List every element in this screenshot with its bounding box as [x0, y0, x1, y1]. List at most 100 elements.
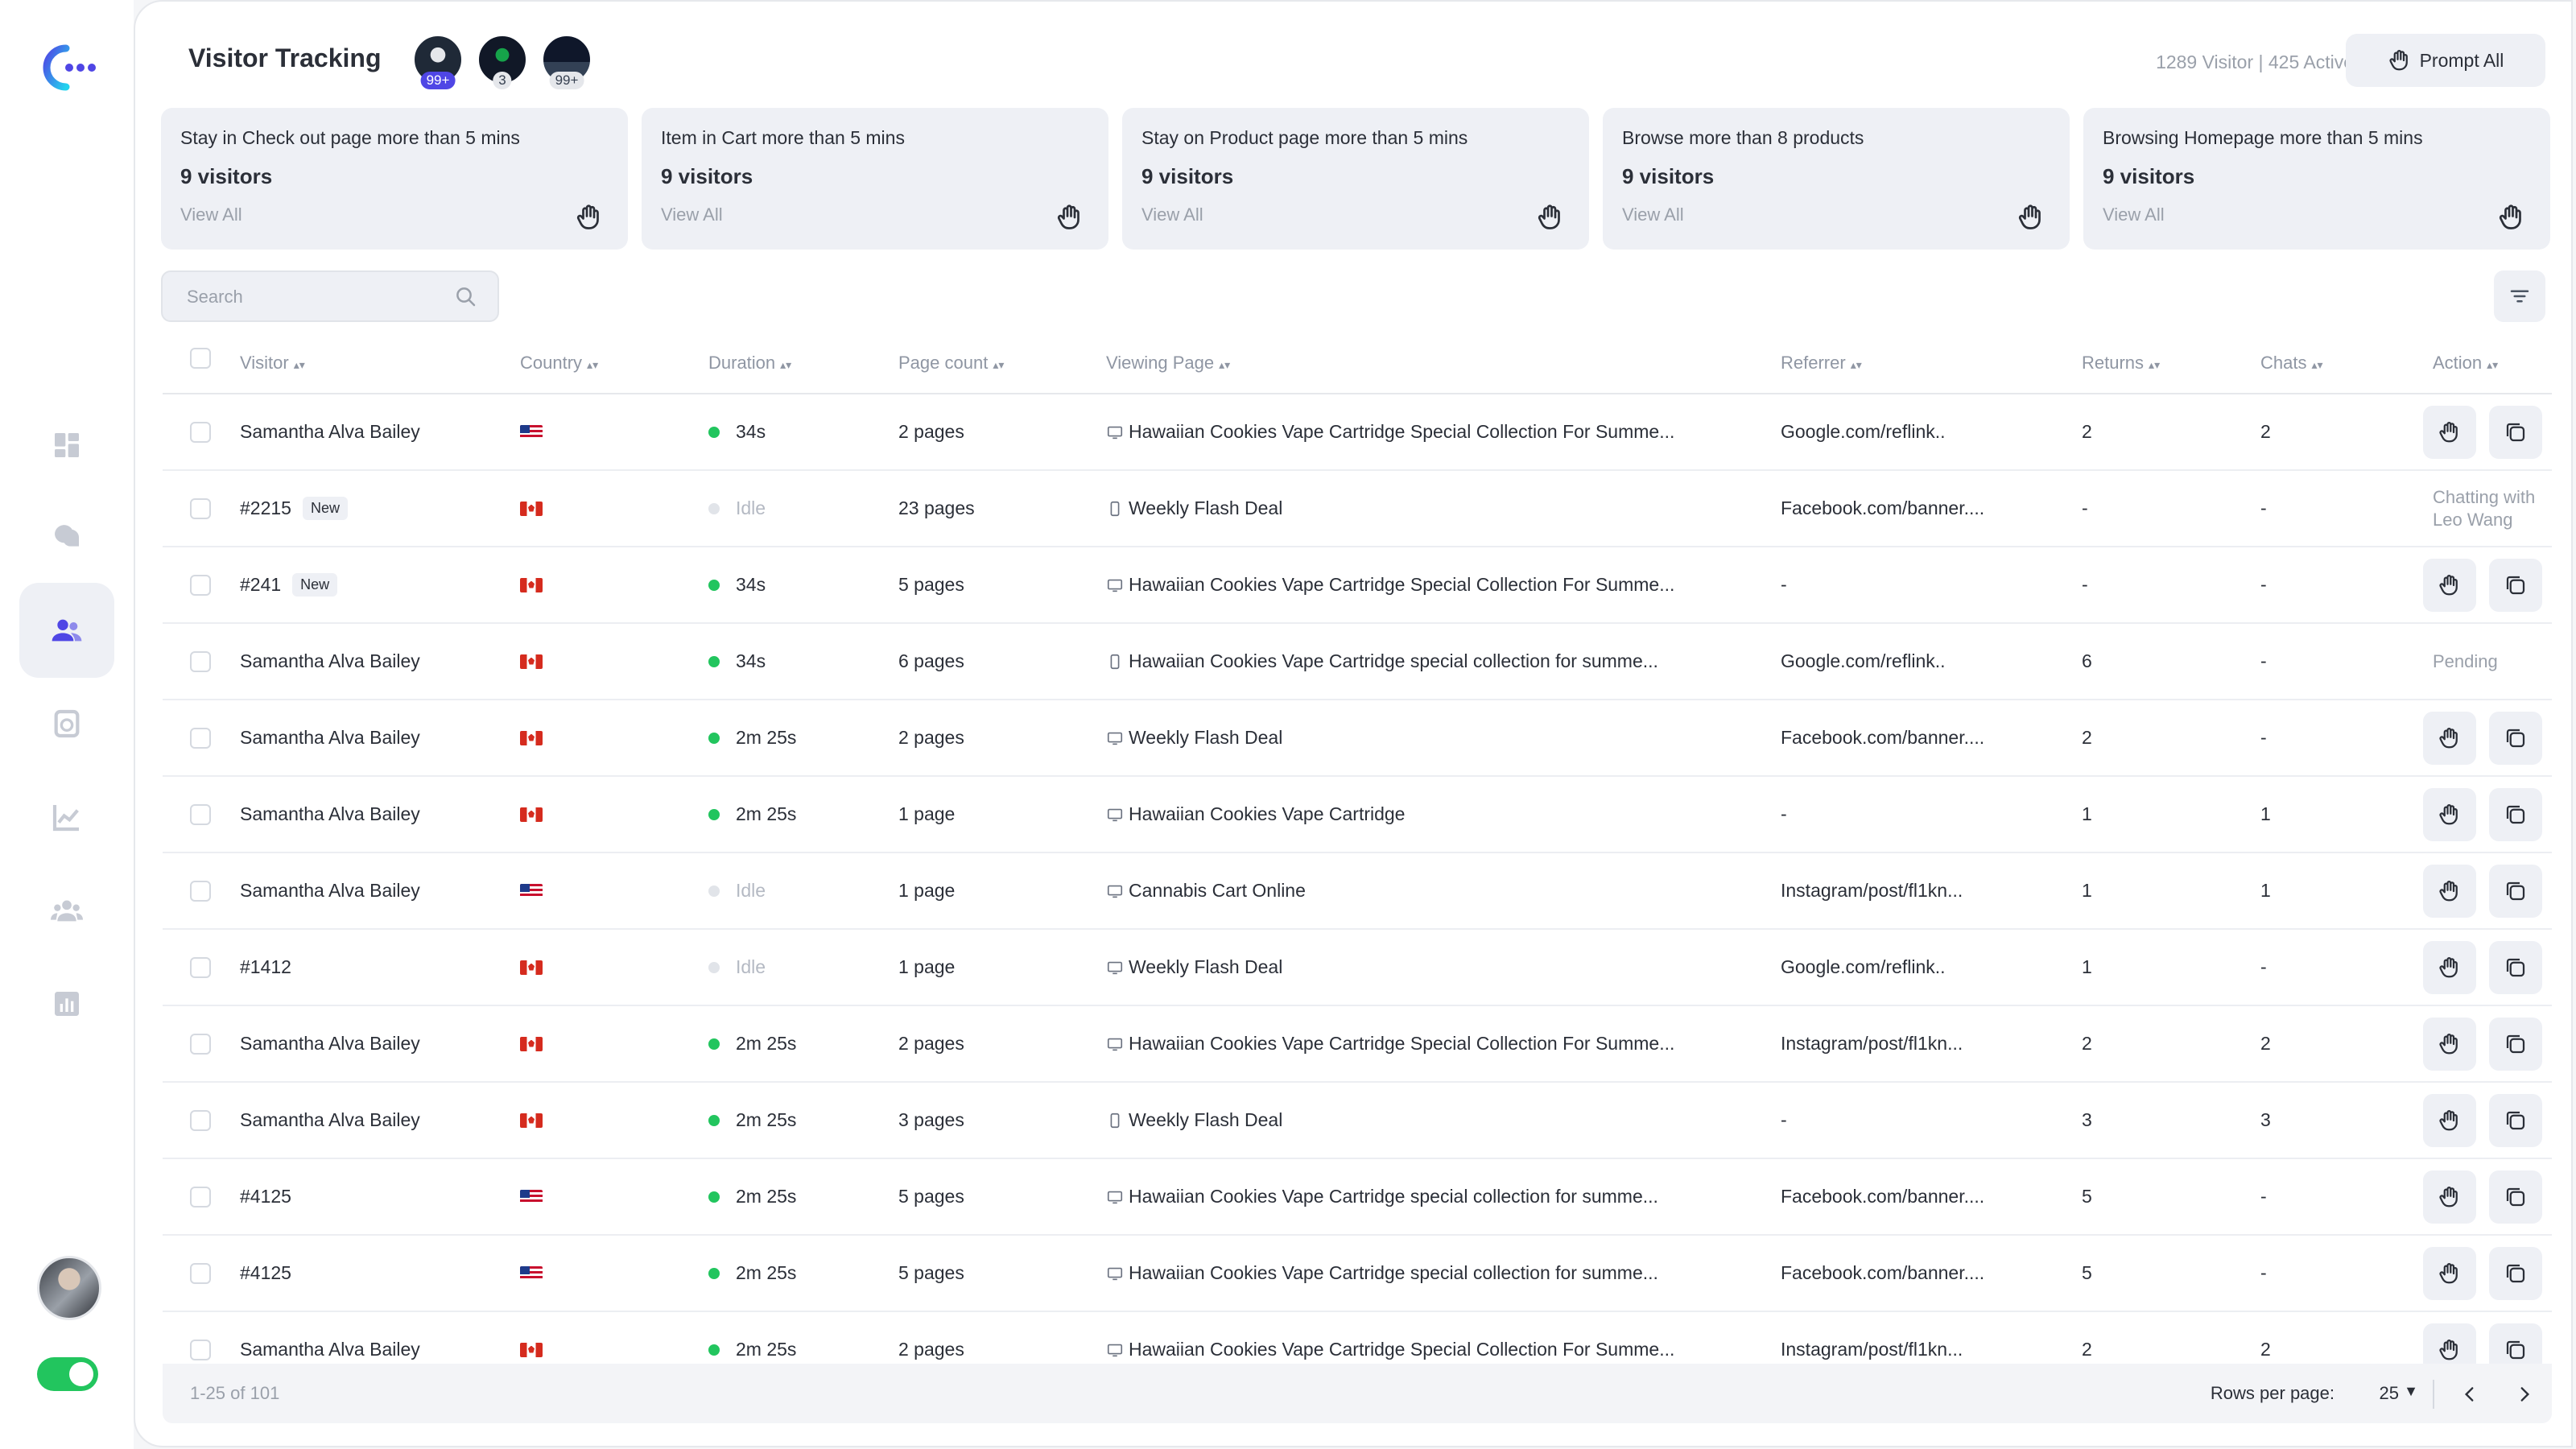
- visitor-name[interactable]: Samantha Alva Bailey: [240, 880, 420, 902]
- table-row[interactable]: Samantha Alva Bailey Idle 1 page Cannabis C…: [163, 853, 2552, 930]
- wave-hand-icon[interactable]: [1055, 203, 1084, 232]
- rows-per-page-select[interactable]: 25: [2380, 1383, 2399, 1404]
- filter-button[interactable]: [2494, 270, 2545, 322]
- nav-chats[interactable]: [19, 489, 114, 584]
- prompt-button[interactable]: [2423, 405, 2476, 459]
- start-chat-button[interactable]: [2489, 711, 2542, 765]
- card-view-all-link[interactable]: View All: [1622, 204, 1684, 225]
- column-header-returns[interactable]: Returns ▴▾: [2082, 353, 2160, 374]
- viewing-page-link[interactable]: Hawaiian Cookies Vape Cartridge special …: [1129, 650, 1658, 672]
- card-view-all-link[interactable]: View All: [661, 204, 723, 225]
- start-chat-button[interactable]: [2489, 940, 2542, 994]
- column-header-page-count[interactable]: Page count ▴▾: [898, 353, 1004, 374]
- viewing-page-link[interactable]: Hawaiian Cookies Vape Cartridge Special …: [1129, 574, 1674, 596]
- prompt-button[interactable]: [2423, 1093, 2476, 1147]
- table-row[interactable]: Samantha Alva Bailey 2m 25s 2 pages Weekly …: [163, 700, 2552, 777]
- viewing-page-link[interactable]: Hawaiian Cookies Vape Cartridge Special …: [1129, 421, 1674, 443]
- prompt-button[interactable]: [2423, 864, 2476, 918]
- column-header-visitor[interactable]: Visitor ▴▾: [240, 353, 305, 374]
- start-chat-button[interactable]: [2489, 558, 2542, 612]
- row-checkbox[interactable]: [190, 650, 211, 672]
- prompt-button[interactable]: [2423, 1017, 2476, 1071]
- visitor-name[interactable]: Samantha Alva Bailey: [240, 1339, 420, 1360]
- row-checkbox[interactable]: [190, 1339, 211, 1360]
- app-logo-icon[interactable]: [37, 42, 98, 93]
- start-chat-button[interactable]: [2489, 864, 2542, 918]
- prompt-button[interactable]: [2423, 940, 2476, 994]
- table-row[interactable]: Samantha Alva Bailey 2m 25s 3 pages Weekly …: [163, 1083, 2552, 1159]
- card-view-all-link[interactable]: View All: [2103, 204, 2165, 225]
- viewing-page-link[interactable]: Weekly Flash Deal: [1129, 1109, 1282, 1131]
- visitor-name[interactable]: Samantha Alva Bailey: [240, 1109, 420, 1131]
- row-checkbox[interactable]: [190, 1109, 211, 1131]
- row-checkbox[interactable]: [190, 803, 211, 825]
- table-row[interactable]: #2215 New Idle 23 pages Weekly Flash Deal Fac…: [163, 471, 2552, 547]
- wave-hand-icon[interactable]: [2497, 203, 2526, 232]
- table-row[interactable]: #241 New 34s 5 pages Hawaiian Cookies Vape C…: [163, 547, 2552, 624]
- row-checkbox[interactable]: [190, 727, 211, 749]
- column-header-country[interactable]: Country ▴▾: [520, 353, 598, 374]
- nav-team[interactable]: [19, 863, 114, 958]
- row-checkbox[interactable]: [190, 574, 211, 596]
- row-checkbox[interactable]: [190, 956, 211, 978]
- visitor-name[interactable]: #1412: [240, 956, 291, 978]
- viewing-page-link[interactable]: Hawaiian Cookies Vape Cartridge special …: [1129, 1262, 1658, 1284]
- visitor-name[interactable]: Samantha Alva Bailey: [240, 727, 420, 749]
- card-view-all-link[interactable]: View All: [180, 204, 242, 225]
- table-row[interactable]: Samantha Alva Bailey 2m 25s 2 pages Hawaiia…: [163, 1006, 2552, 1083]
- search-icon[interactable]: [454, 285, 478, 309]
- table-row[interactable]: #4125 2m 25s 5 pages Hawaiian Cookies Vape …: [163, 1236, 2552, 1312]
- row-checkbox[interactable]: [190, 1262, 211, 1284]
- prompt-all-button[interactable]: Prompt All: [2346, 34, 2545, 87]
- viewing-page-link[interactable]: Cannabis Cart Online: [1129, 880, 1306, 902]
- select-all-checkbox[interactable]: [190, 348, 211, 369]
- prompt-button[interactable]: [2423, 558, 2476, 612]
- start-chat-button[interactable]: [2489, 1017, 2542, 1071]
- column-header-chats[interactable]: Chats ▴▾: [2260, 353, 2323, 374]
- summary-card[interactable]: Stay in Check out page more than 5 mins …: [161, 108, 628, 250]
- prompt-button[interactable]: [2423, 1246, 2476, 1300]
- next-page-button[interactable]: [2508, 1378, 2541, 1410]
- viewing-page-link[interactable]: Hawaiian Cookies Vape Cartridge Special …: [1129, 1339, 1674, 1360]
- nav-reports[interactable]: [19, 956, 114, 1051]
- visitor-name[interactable]: Samantha Alva Bailey: [240, 1033, 420, 1055]
- summary-card[interactable]: Browse more than 8 products 9 visitors V…: [1603, 108, 2070, 250]
- viewing-page-link[interactable]: Hawaiian Cookies Vape Cartridge special …: [1129, 1186, 1658, 1208]
- nav-dashboard[interactable]: [19, 398, 114, 493]
- start-chat-button[interactable]: [2489, 787, 2542, 841]
- column-header-viewing-page[interactable]: Viewing Page ▴▾: [1106, 353, 1230, 374]
- visitor-name[interactable]: #2215: [240, 497, 291, 519]
- visitor-name[interactable]: #4125: [240, 1186, 291, 1208]
- table-row[interactable]: Samantha Alva Bailey 34s 6 pages Hawaiian C…: [163, 624, 2552, 700]
- viewer-avatar[interactable]: 99+: [412, 34, 464, 89]
- row-checkbox[interactable]: [190, 880, 211, 902]
- wave-hand-icon[interactable]: [2017, 203, 2046, 232]
- visitor-name[interactable]: #241: [240, 574, 281, 596]
- row-checkbox[interactable]: [190, 497, 211, 519]
- column-header-action[interactable]: Action ▴▾: [2433, 353, 2498, 374]
- visitor-name[interactable]: Samantha Alva Bailey: [240, 803, 420, 825]
- card-view-all-link[interactable]: View All: [1141, 204, 1203, 225]
- wave-hand-icon[interactable]: [575, 203, 604, 232]
- summary-card[interactable]: Stay on Product page more than 5 mins 9 …: [1122, 108, 1589, 250]
- viewer-avatar[interactable]: 99+: [541, 34, 592, 89]
- visitor-name[interactable]: Samantha Alva Bailey: [240, 650, 420, 672]
- visitor-name[interactable]: Samantha Alva Bailey: [240, 421, 420, 443]
- wave-hand-icon[interactable]: [1536, 203, 1565, 232]
- viewing-page-link[interactable]: Weekly Flash Deal: [1129, 956, 1282, 978]
- prompt-button[interactable]: [2423, 711, 2476, 765]
- start-chat-button[interactable]: [2489, 1170, 2542, 1224]
- table-row[interactable]: Samantha Alva Bailey 2m 25s 1 page Hawaiian…: [163, 777, 2552, 853]
- summary-card[interactable]: Item in Cart more than 5 mins 9 visitors…: [642, 108, 1108, 250]
- row-checkbox[interactable]: [190, 421, 211, 443]
- nav-history[interactable]: [19, 676, 114, 771]
- summary-card[interactable]: Browsing Homepage more than 5 mins 9 vis…: [2083, 108, 2550, 250]
- viewing-page-link[interactable]: Weekly Flash Deal: [1129, 497, 1282, 519]
- nav-visitors[interactable]: [19, 583, 114, 678]
- start-chat-button[interactable]: [2489, 1093, 2542, 1147]
- caret-down-icon[interactable]: ▼: [2404, 1383, 2418, 1400]
- start-chat-button[interactable]: [2489, 405, 2542, 459]
- search-input[interactable]: [163, 272, 454, 322]
- online-toggle[interactable]: [37, 1357, 98, 1391]
- visitor-name[interactable]: #4125: [240, 1262, 291, 1284]
